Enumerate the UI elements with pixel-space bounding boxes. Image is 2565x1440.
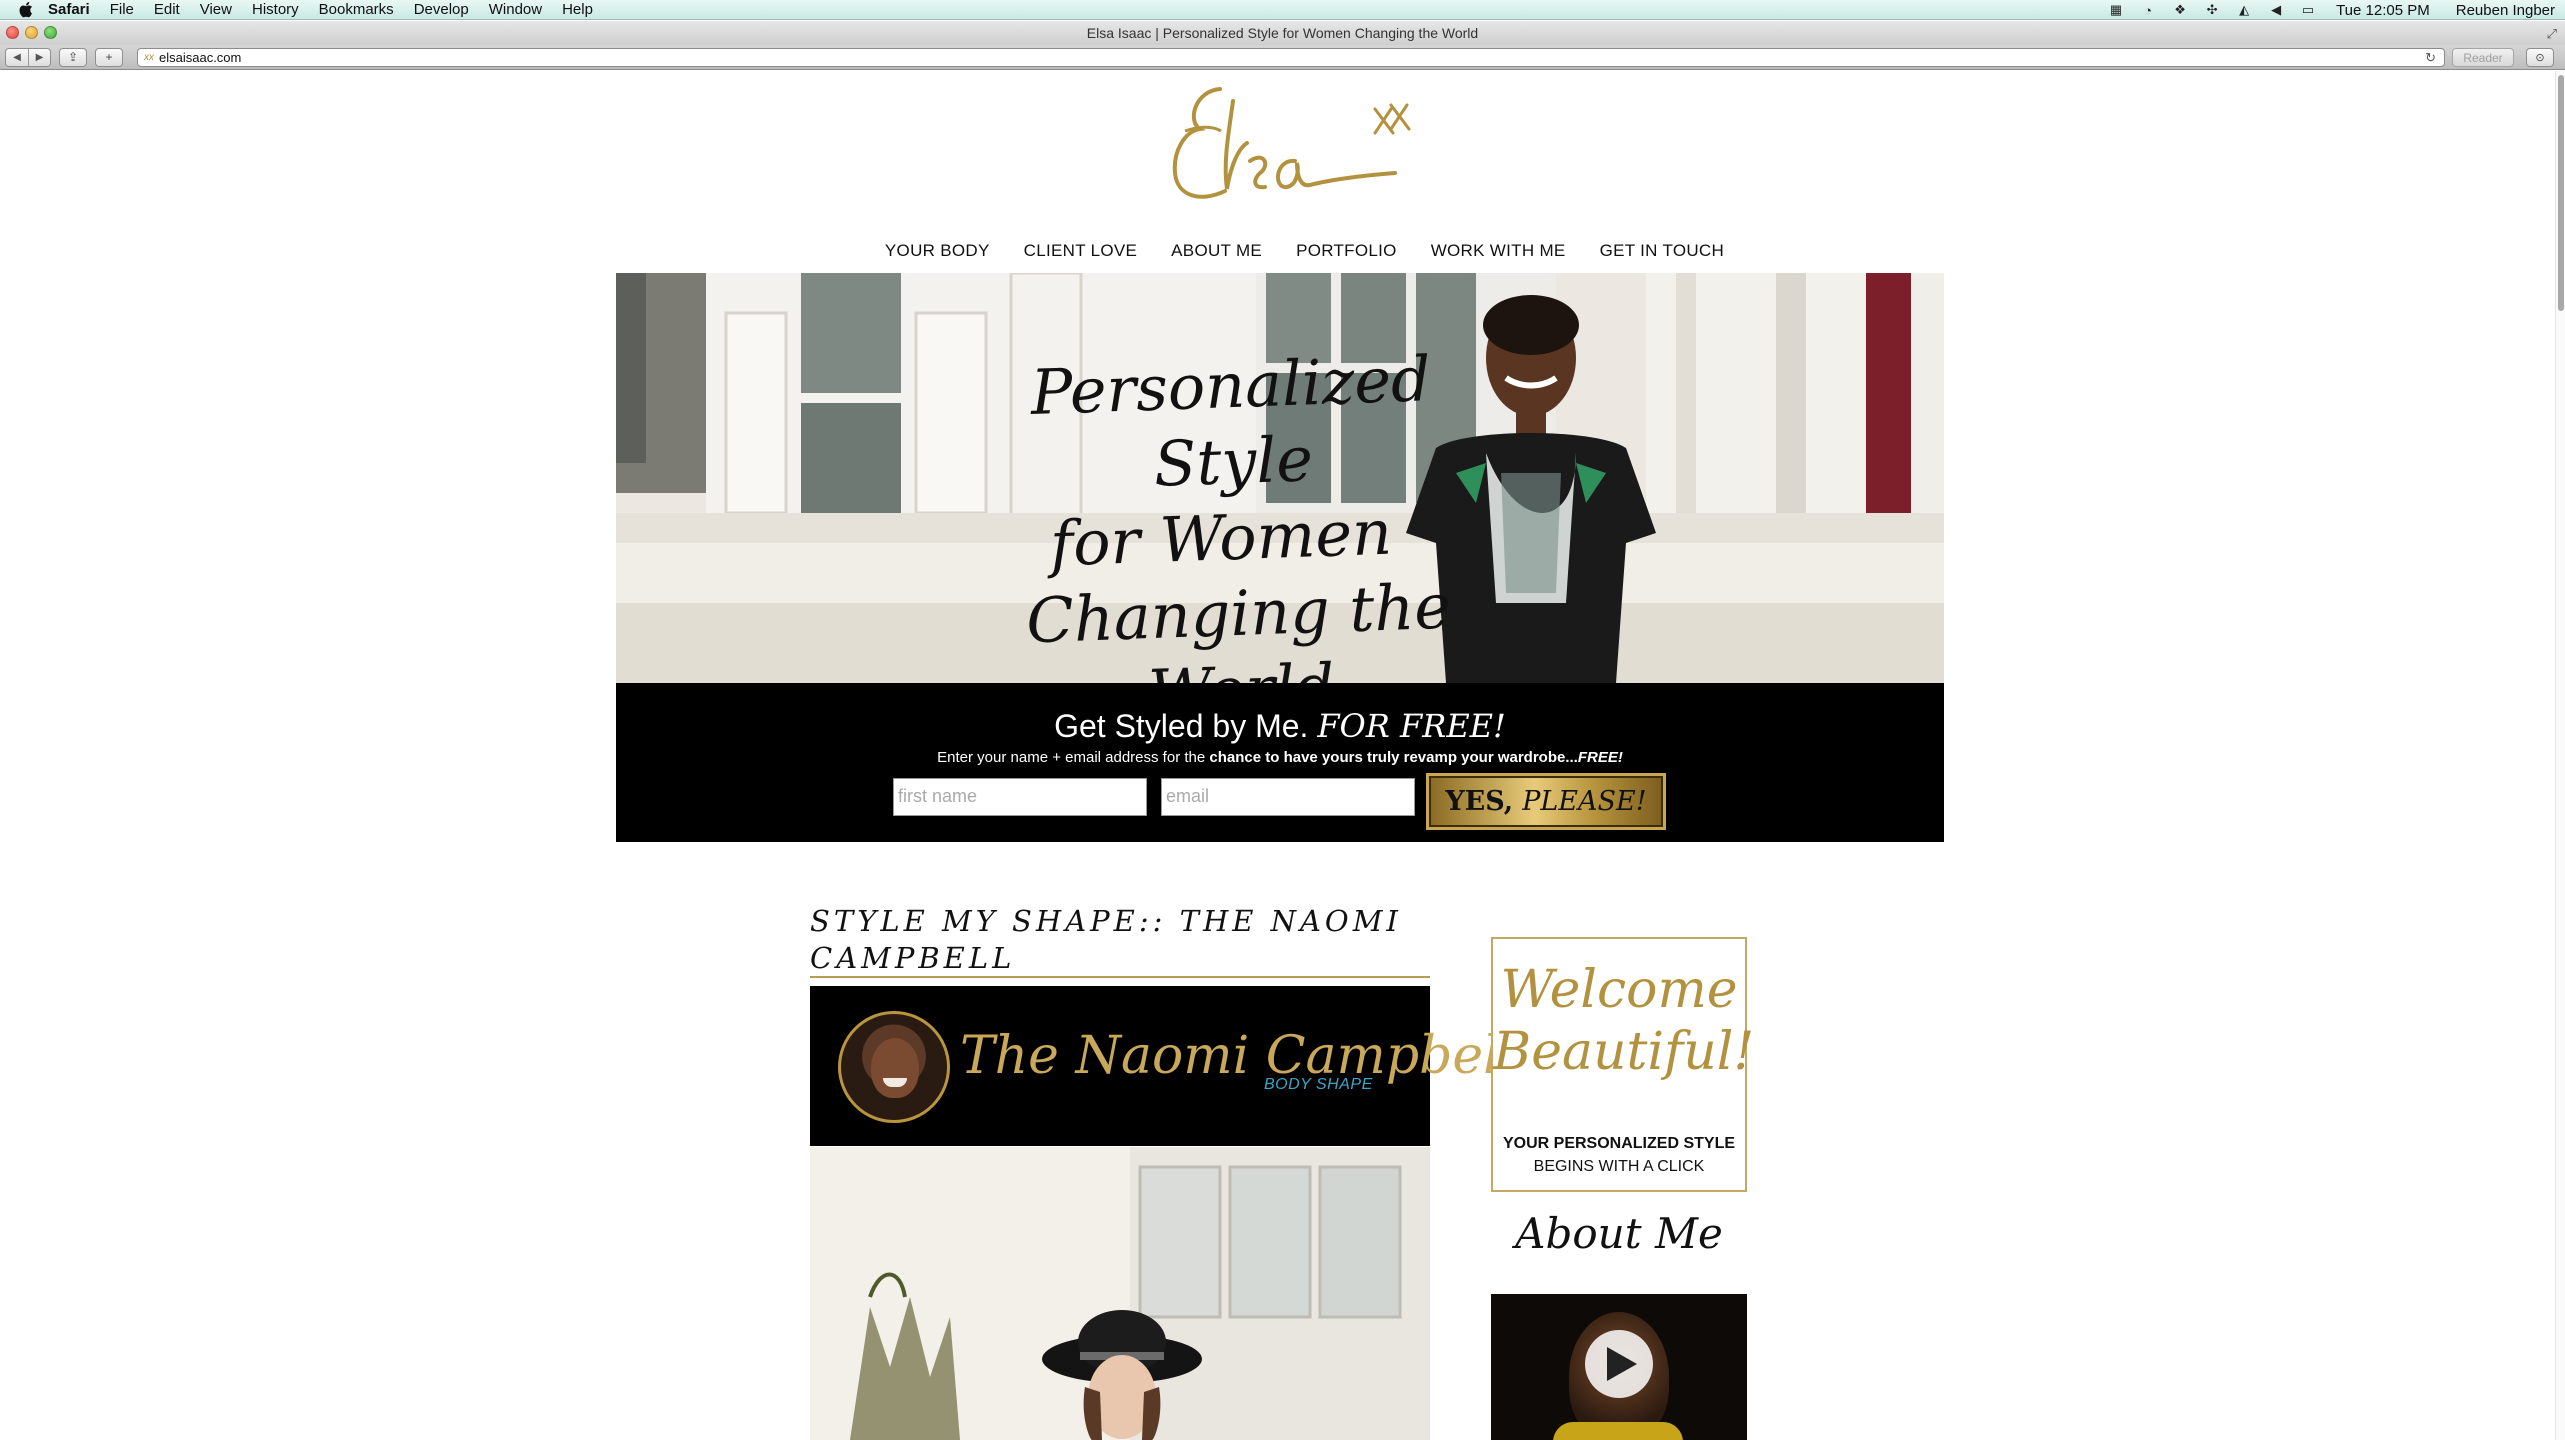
window-titlebar: Elsa Isaac | Personalized Style for Wome… <box>0 21 2565 45</box>
timer-icon[interactable]: ◔ <box>2140 3 2156 18</box>
zoom-window-button[interactable] <box>44 26 57 39</box>
main-nav: YOUR BODY CLIENT LOVE ABOUT ME PORTFOLIO… <box>0 241 2555 261</box>
welcome-cta-rest: BEGINS WITH A CLICK <box>1533 1158 1705 1175</box>
hero-tagline: Personalized Style for Women Changing th… <box>970 339 1503 683</box>
menu-help[interactable]: Help <box>562 1 593 18</box>
window-title: Elsa Isaac | Personalized Style for Wome… <box>1086 25 1479 41</box>
reader-button[interactable]: Reader <box>2452 48 2514 67</box>
welcome-widget[interactable]: Welcome Beautiful! YOUR PERSONALIZED STY… <box>1491 937 1755 1192</box>
add-bookmark-button[interactable]: + <box>95 47 123 67</box>
optin-box: Get Styled by Me. FOR FREE! Enter your n… <box>616 683 1944 842</box>
menu-edit[interactable]: Edit <box>154 1 180 18</box>
welcome-script: Welcome Beautiful! <box>1493 959 1755 1083</box>
optin-sub-bold: chance to have yours truly revamp your w… <box>1209 749 1578 766</box>
nav-get-in-touch[interactable]: GET IN TOUCH <box>1600 241 1725 261</box>
optin-sub-prefix: Enter your name + email address for the <box>937 749 1206 766</box>
share-button[interactable]: ⇪ <box>59 47 87 67</box>
volume-icon[interactable]: ◀ <box>2268 2 2284 17</box>
battery-icon[interactable]: ▭ <box>2300 2 2316 17</box>
forward-button[interactable]: ▶ <box>28 48 50 66</box>
optin-title-emph: FOR FREE! <box>1317 707 1506 745</box>
optin-subtitle: Enter your name + email address for the … <box>616 749 1944 766</box>
address-bar[interactable]: xx elsaisaac.com ↻ <box>137 48 2445 67</box>
reload-icon[interactable]: ↻ <box>2425 50 2436 66</box>
yes-button-emph: PLEASE! <box>1522 786 1647 817</box>
email-input[interactable]: email <box>1161 778 1415 816</box>
menu-history[interactable]: History <box>252 1 299 18</box>
hero-line-3: Changing the World <box>1025 569 1453 683</box>
scrollbar-thumb[interactable] <box>2558 75 2564 311</box>
optin-sub-free: FREE! <box>1577 749 1623 766</box>
about-me-heading: About Me <box>1515 1209 1723 1258</box>
site-favicon: xx <box>144 52 154 63</box>
nav-about-me[interactable]: ABOUT ME <box>1171 241 1262 261</box>
yes-please-button[interactable]: YES, PLEASE! <box>1426 773 1666 830</box>
browser-toolbar: ◀ ▶ ⇪ + xx elsaisaac.com ↻ Reader ⊙ <box>0 45 2565 70</box>
banner-script: The Naomi Campbell <box>960 1026 1517 1086</box>
menu-bookmarks[interactable]: Bookmarks <box>319 1 394 18</box>
apple-icon[interactable] <box>8 0 42 20</box>
play-icon[interactable] <box>1585 1330 1653 1398</box>
dropbox-icon[interactable]: ❖ <box>2172 2 2188 17</box>
calendar-icon[interactable]: ▦ <box>2108 2 2124 17</box>
close-window-button[interactable] <box>6 26 19 39</box>
nav-work-with-me[interactable]: WORK WITH ME <box>1431 241 1566 261</box>
menu-develop[interactable]: Develop <box>414 1 469 18</box>
wifi-icon[interactable]: ◭ <box>2236 2 2252 17</box>
welcome-cta-bold: YOUR PERSONALIZED STYLE <box>1502 1135 1736 1152</box>
site-logo[interactable] <box>1125 81 1445 231</box>
menu-window[interactable]: Window <box>489 1 542 18</box>
page-scrollbar[interactable] <box>2555 71 2565 1440</box>
back-button[interactable]: ◀ <box>6 48 28 66</box>
optin-title-main: Get Styled by Me. <box>1054 708 1309 744</box>
hero-line-1: Personalized Style <box>1029 342 1432 501</box>
post-title[interactable]: STYLE MY SHAPE:: THE NAOMI CAMPBELL <box>810 903 1430 977</box>
first-name-input[interactable]: first name <box>893 778 1147 816</box>
banner-subtitle: BODY SHAPE <box>1264 1076 1373 1093</box>
nav-portfolio[interactable]: PORTFOLIO <box>1296 241 1397 261</box>
yes-button-main: YES, <box>1445 786 1514 817</box>
menu-clock[interactable]: Tue 12:05 PM <box>2336 2 2430 19</box>
menu-bar: Safari File Edit View History Bookmarks … <box>0 0 2565 20</box>
post-banner[interactable]: The Naomi Campbell BODY SHAPE <box>810 986 1516 1146</box>
minimize-window-button[interactable] <box>25 26 38 39</box>
nav-client-love[interactable]: CLIENT LOVE <box>1024 241 1138 261</box>
menu-username[interactable]: Reuben Ingber <box>2456 2 2555 19</box>
fullscreen-icon[interactable]: ⤢ <box>2547 26 2557 42</box>
optin-title: Get Styled by Me. FOR FREE! <box>616 707 1944 745</box>
post-photo[interactable] <box>810 1147 1430 1440</box>
menu-app-name[interactable]: Safari <box>48 1 90 18</box>
about-video[interactable] <box>1491 1294 1747 1440</box>
nav-your-body[interactable]: YOUR BODY <box>885 241 990 261</box>
web-page: YOUR BODY CLIENT LOVE ABOUT ME PORTFOLIO… <box>0 71 2555 1440</box>
url-text[interactable]: elsaisaac.com <box>159 50 241 65</box>
menu-file[interactable]: File <box>110 1 134 18</box>
post-title-rule <box>810 976 1430 978</box>
welcome-line-2: Beautiful! <box>1493 1022 1755 1082</box>
menu-view[interactable]: View <box>200 1 232 18</box>
bluetooth-icon[interactable]: ✣ <box>2204 2 2220 17</box>
naomi-avatar <box>838 1011 950 1123</box>
welcome-line-1: Welcome <box>1500 960 1738 1020</box>
hero-banner: Personalized Style for Women Changing th… <box>616 273 1944 683</box>
downloads-button[interactable]: ⊙ <box>2526 48 2554 67</box>
